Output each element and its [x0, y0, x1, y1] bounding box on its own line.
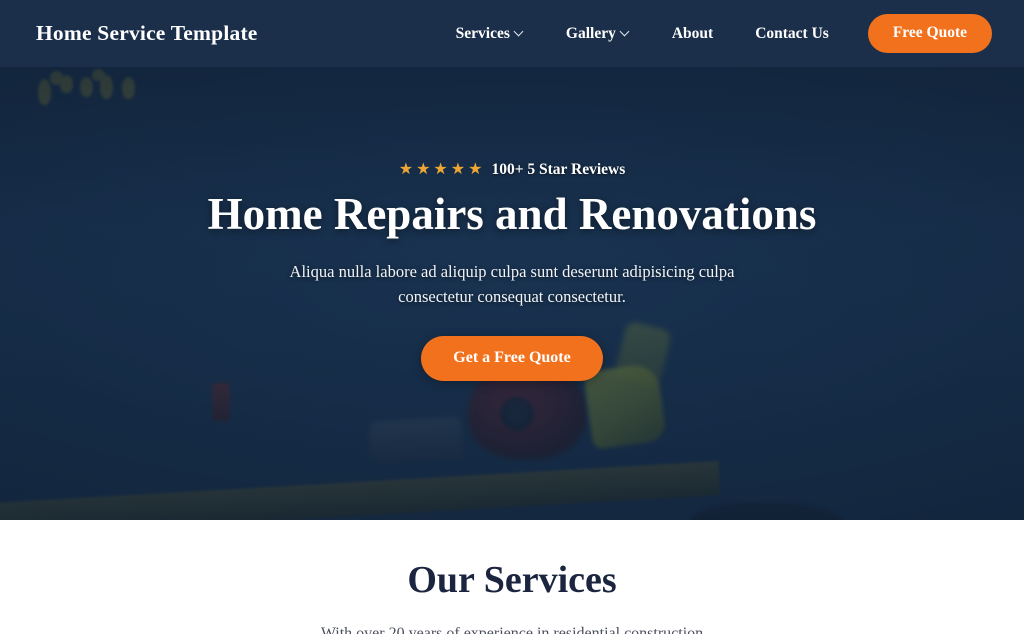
hero-section: ★ ★ ★ ★ ★ 100+ 5 Star Reviews Home Repai…	[0, 67, 1024, 520]
nav-item-gallery[interactable]: Gallery	[545, 25, 651, 43]
main-navigation: Services Gallery About Contact Us Free Q…	[435, 14, 992, 53]
free-quote-button[interactable]: Free Quote	[867, 14, 992, 53]
site-header: Home Service Template Services Gallery A…	[0, 0, 1024, 67]
star-icon: ★	[468, 161, 483, 178]
our-services-section: Our Services With over 20 years of exper…	[0, 520, 1024, 634]
get-a-free-quote-button[interactable]: Get a Free Quote	[421, 336, 603, 382]
nav-item-services[interactable]: Services	[435, 25, 545, 43]
star-rating: ★ ★ ★ ★ ★	[399, 162, 483, 178]
services-title: Our Services	[407, 559, 617, 601]
chevron-down-icon	[515, 27, 524, 36]
star-icon: ★	[398, 161, 414, 178]
nav-item-label: Contact Us	[755, 24, 829, 42]
star-icon: ★	[450, 161, 466, 178]
chevron-down-icon	[621, 27, 630, 36]
nav-item-label: About	[671, 24, 714, 42]
nav-item-about[interactable]: About	[651, 25, 734, 43]
rating-text: 100+ 5 Star Reviews	[491, 161, 626, 178]
nav-item-contact-us[interactable]: Contact Us	[734, 25, 850, 43]
hero-subtitle: Aliqua nulla labore ad aliquip culpa sun…	[289, 261, 735, 307]
services-subtitle: With over 20 years of experience in resi…	[320, 625, 704, 634]
brand-logo[interactable]: Home Service Template	[36, 21, 258, 46]
hero-title: Home Repairs and Renovations	[207, 189, 817, 239]
star-icon: ★	[433, 161, 448, 178]
nav-item-label: Services	[455, 24, 510, 42]
hero-content: ★ ★ ★ ★ ★ 100+ 5 Star Reviews Home Repai…	[0, 67, 1024, 520]
star-icon: ★	[416, 161, 431, 178]
nav-item-label: Gallery	[565, 24, 616, 42]
rating-row: ★ ★ ★ ★ ★ 100+ 5 Star Reviews	[399, 161, 626, 179]
